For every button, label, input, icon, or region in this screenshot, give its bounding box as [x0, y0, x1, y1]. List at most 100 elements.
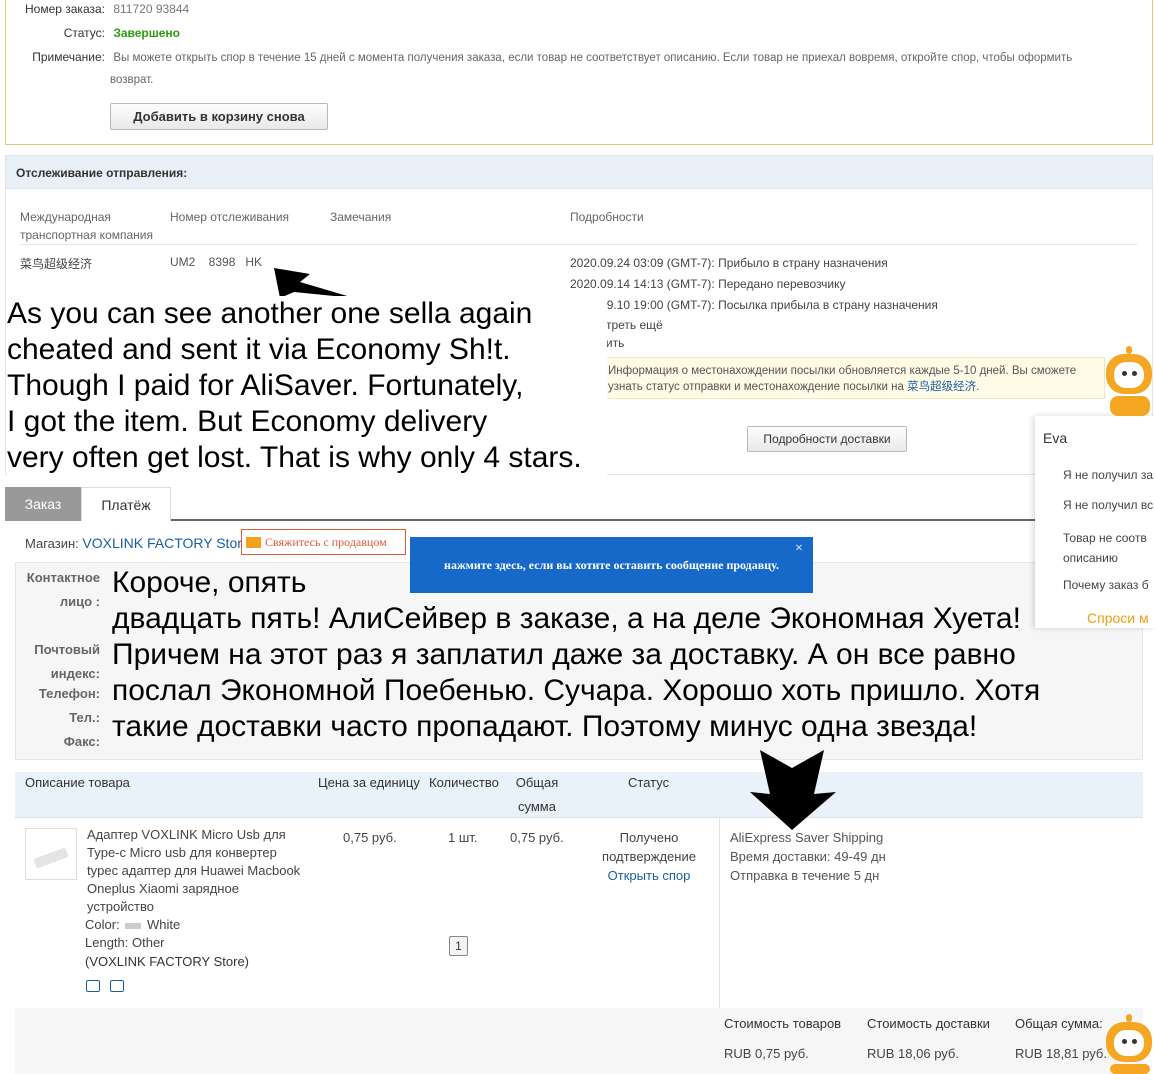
carrier-link[interactable]: 菜鸟超级经济 — [907, 381, 976, 393]
tracking-number: UM2 8398 HK — [170, 255, 263, 269]
items-cost-value: RUB 0,75 руб. — [724, 1046, 809, 1061]
fax-label: Факс: — [63, 734, 100, 749]
card-icon[interactable] — [110, 980, 124, 992]
order-total-label: Общая сумма: — [1015, 1016, 1103, 1031]
order-number-row: Номер заказа: 811720 93844 — [5, 2, 189, 16]
tracking-event: 2020.09.10 19:00 (GMT-7): Посылка прибыл… — [570, 298, 938, 312]
assistant-question[interactable]: Товар не соотв описанию — [1063, 528, 1155, 568]
col-status: Статус — [628, 775, 670, 790]
order-status-row: Статус: Завершено — [5, 26, 180, 40]
tooltip-text: нажмите здесь, если вы хотите оставить с… — [444, 557, 779, 572]
product-title-line: Адаптер VOXLINK Micro Usb для — [87, 827, 286, 842]
assistant-panel: Eva Я не получил за Я не получил вс Това… — [1035, 416, 1155, 628]
tracking-title: Отслеживание отправления: — [5, 155, 1153, 189]
tracking-divider — [20, 244, 1138, 245]
quantity-badge: 1 — [449, 936, 468, 956]
color-label: Color: — [85, 917, 120, 932]
order-number-label: Номер заказа: — [24, 2, 105, 16]
annotation-ru-line: Причем на этот раз я заплатил даже за до… — [112, 638, 1016, 671]
truck-icon[interactable] — [86, 980, 100, 992]
product-title-line: Type-c Micro usb для конвертер — [87, 845, 277, 860]
col-unit-price: Цена за единицу — [318, 775, 420, 790]
order-note-row: Примечание: Вы можете открыть спор в теч… — [5, 50, 1072, 64]
col-quantity: Количество — [429, 775, 499, 790]
tracking-event: 2020.09.24 03:09 (GMT-7): Прибыло в стра… — [570, 256, 888, 270]
shipping-cost-label: Стоимость доставки — [867, 1016, 990, 1031]
assistant-robot-icon[interactable] — [1102, 346, 1155, 416]
tab-order[interactable]: Заказ — [5, 487, 81, 521]
contact-seller-label: Свяжитесь с продавцом — [265, 534, 387, 549]
order-note-text: Вы можете открыть спор в течение 15 дней… — [113, 52, 1073, 64]
product-thumbnail[interactable] — [25, 828, 77, 880]
product-length: Length: Other — [85, 935, 165, 950]
open-dispute-link[interactable]: Открыть спор — [590, 867, 708, 885]
col-description: Описание товара — [25, 775, 130, 790]
color-swatch — [125, 923, 142, 929]
items-cost-label: Стоимость товаров — [724, 1016, 842, 1031]
order-status-value: Завершено — [113, 26, 181, 40]
add-to-cart-again-button[interactable]: Добавить в корзину снова — [110, 103, 328, 130]
annotation-ru-line: двадцать пять! АлиСейвер в заказе, а на … — [112, 602, 1021, 635]
col-carrier-line2: транспортная компания — [20, 228, 153, 242]
tracking-info-suffix: . — [976, 381, 980, 393]
col-total: Общая сумма — [514, 771, 560, 819]
phone-label: Телефон: — [38, 686, 100, 701]
annotation-en-line: Though I paid for AliSaver. Fortunately, — [7, 369, 524, 402]
contact-person-line1: Контактное — [26, 570, 100, 585]
product-title-line: typec адаптер для Huawei Macbook — [87, 863, 301, 878]
assistant-name: Eva — [1043, 430, 1068, 446]
col-carrier-line1: Международная — [20, 210, 111, 224]
column-divider — [719, 818, 720, 1008]
shipping-details-button[interactable]: Подробности доставки — [747, 426, 907, 452]
tracking-info-line1: Информация о местонахождении посылки обн… — [608, 365, 1077, 377]
annotation-ru-line: послал Экономной Поебенью. Сучара. Хорош… — [112, 674, 1041, 707]
delivery-time: Время доставки: 49-49 дн — [730, 849, 886, 864]
order-note-text-2: возврат. — [110, 74, 154, 86]
status-line2: подтверждение — [602, 849, 696, 864]
store-name-link[interactable]: VOXLINK FACTORY Store — [82, 535, 249, 551]
tab-payment[interactable]: Платёж — [81, 487, 171, 521]
assistant-question-line: Товар не соотв — [1063, 531, 1147, 545]
col-remarks: Замечания — [330, 210, 392, 224]
col-total-line1: Общая — [515, 775, 559, 790]
annotation-ru-line: такие доставки часто пропадают. Поэтому … — [112, 710, 978, 743]
carrier-name: 菜鸟超级经济 — [20, 257, 93, 271]
contact-person-line2: лицо : — [59, 594, 100, 609]
store-label: Магазин: — [25, 536, 79, 551]
postal-code-label: Почтовый индекс: — [15, 638, 100, 686]
shipping-cost-value: RUB 18,06 руб. — [867, 1046, 959, 1061]
contact-seller-tooltip: нажмите здесь, если вы хотите оставить с… — [410, 537, 813, 593]
order-tabs: Заказ Платёж — [5, 487, 1035, 521]
contact-seller-button[interactable]: Свяжитесь с продавцом — [241, 529, 406, 555]
col-total-line2: сумма — [518, 799, 556, 814]
shipping-info: AliExpress Saver Shipping Время доставки… — [730, 829, 886, 885]
contact-person-label: Контактное лицо : — [15, 566, 100, 614]
tracking-info-notice: ! Информация о местонахождении посылки о… — [570, 357, 1105, 399]
order-number-value: 811720 93844 — [113, 2, 190, 16]
color-value: White — [146, 917, 181, 932]
tracking-info-prefix: узнать статус отправки и местонахождение… — [608, 381, 908, 393]
postal-line1: Почтовый — [34, 642, 100, 657]
tracking-info-line2: узнать статус отправки и местонахождение… — [608, 379, 1076, 395]
assistant-question[interactable]: Я не получил вс — [1063, 498, 1155, 512]
item-status: Получено подтверждение Открыть спор — [590, 829, 708, 885]
product-title-link[interactable]: Адаптер VOXLINK Micro Usb для Type-c Mic… — [87, 826, 312, 916]
envelope-icon — [246, 536, 261, 548]
product-store: (VOXLINK FACTORY Store) — [85, 954, 249, 969]
assistant-question[interactable]: Почему заказ б — [1063, 578, 1155, 592]
col-details: Подробности — [570, 210, 644, 224]
annotation-en-line: I got the item. But Economy delivery — [7, 405, 488, 438]
store-row: Магазин: VOXLINK FACTORY Store — [25, 535, 250, 551]
close-icon[interactable]: × — [795, 541, 803, 557]
annotation-english: As you can see another one sella again c… — [7, 296, 607, 476]
assistant-question-line: описанию — [1063, 551, 1118, 565]
col-carrier: Международная транспортная компания — [20, 208, 153, 244]
annotation-en-line: very often get lost. That is why only 4 … — [7, 441, 582, 474]
ask-assistant-link[interactable]: Спроси м — [1087, 610, 1149, 626]
total-price: 0,75 руб. — [510, 830, 564, 845]
dispatch-time: Отправка в течение 5 дн — [730, 868, 880, 883]
order-status-label: Статус: — [63, 26, 105, 40]
assistant-robot-icon[interactable] — [1102, 1014, 1155, 1074]
assistant-question[interactable]: Я не получил за — [1063, 468, 1155, 482]
product-color: Color: White — [85, 916, 180, 934]
